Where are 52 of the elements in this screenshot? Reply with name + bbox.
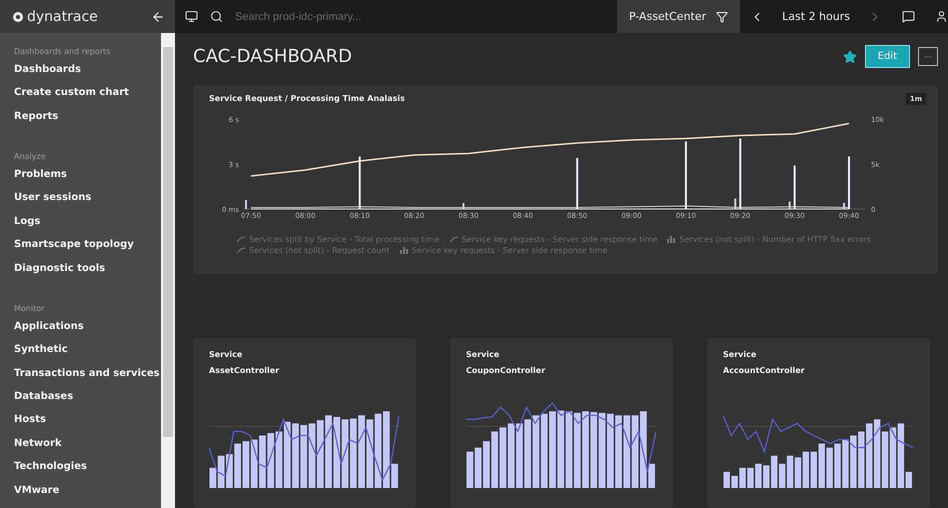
service-tile[interactable]: Service AssetController	[193, 338, 416, 508]
sidebar-item[interactable]: Logs	[14, 216, 161, 240]
search-field[interactable]: Search prod-idc-primary...	[233, 10, 617, 24]
spike-bar	[358, 156, 361, 209]
bar-legend-icon	[667, 236, 676, 243]
sidebar-item[interactable]: Databases	[14, 390, 161, 414]
spike-bar	[794, 165, 796, 209]
back-arrow-icon[interactable]	[151, 10, 165, 24]
spike-bar	[462, 202, 464, 209]
sidebar-item[interactable]: Transactions and services	[14, 368, 161, 391]
service-tile[interactable]: Service CouponController	[450, 338, 673, 508]
scrollbar[interactable]	[161, 33, 175, 508]
spike-bar	[576, 158, 578, 209]
section-heading: Analyze	[14, 152, 47, 162]
sidebar-item[interactable]: Synthetic	[14, 344, 161, 368]
filter-button[interactable]: P-AssetCenter	[616, 0, 740, 33]
sidebar-item[interactable]: Create custom chart	[14, 87, 161, 111]
sidebar-item[interactable]: Technologies	[14, 461, 161, 485]
spike-bar	[684, 141, 687, 209]
sidebar-item[interactable]: Diagnostic tools	[14, 262, 161, 286]
tile-label: Service	[723, 350, 758, 359]
sidebar-item[interactable]: User sessions	[14, 192, 161, 216]
filter-icon	[716, 10, 728, 22]
line-legend-icon	[450, 236, 458, 243]
service-name: AccountController	[723, 366, 806, 375]
spike-bar	[739, 138, 742, 209]
sidebar-item[interactable]: Smartscape topology	[14, 239, 161, 263]
brand-name: dynatrace	[27, 8, 98, 24]
sidebar-item[interactable]: Network	[14, 438, 161, 462]
service-name: AssetController	[209, 366, 280, 375]
tile-label: Service	[466, 350, 500, 359]
sidebar-item[interactable]: Hosts	[14, 414, 161, 438]
bar-legend-icon	[400, 246, 408, 254]
sidebar-item[interactable]: Reports	[14, 110, 161, 134]
service-tile[interactable]: Service AccountController	[707, 338, 930, 508]
sidebar-item[interactable]: Problems	[14, 169, 161, 192]
sidebar-item[interactable]: Dashboards	[14, 64, 161, 88]
spike-bar	[734, 198, 736, 209]
dashboard-title: CAC-DASHBOARD	[193, 46, 352, 68]
service-name: CouponController	[466, 366, 546, 375]
spike-bar	[788, 201, 791, 209]
sidebar-item[interactable]: Applications	[14, 320, 161, 344]
logo-icon	[12, 10, 24, 22]
chart-title: Service Request / Processing Time Analasis	[209, 94, 405, 104]
tile-label: Service	[209, 350, 244, 359]
more-button[interactable]: ···	[918, 47, 938, 66]
sidebar-item[interactable]: VMware	[14, 484, 161, 508]
section-heading: Monitor	[14, 304, 46, 313]
search-icon	[210, 10, 223, 23]
timeframe-button[interactable]: Last 2 hours	[774, 10, 858, 23]
section-heading: Dashboards and reports	[14, 47, 112, 56]
star-icon[interactable]	[842, 50, 857, 64]
